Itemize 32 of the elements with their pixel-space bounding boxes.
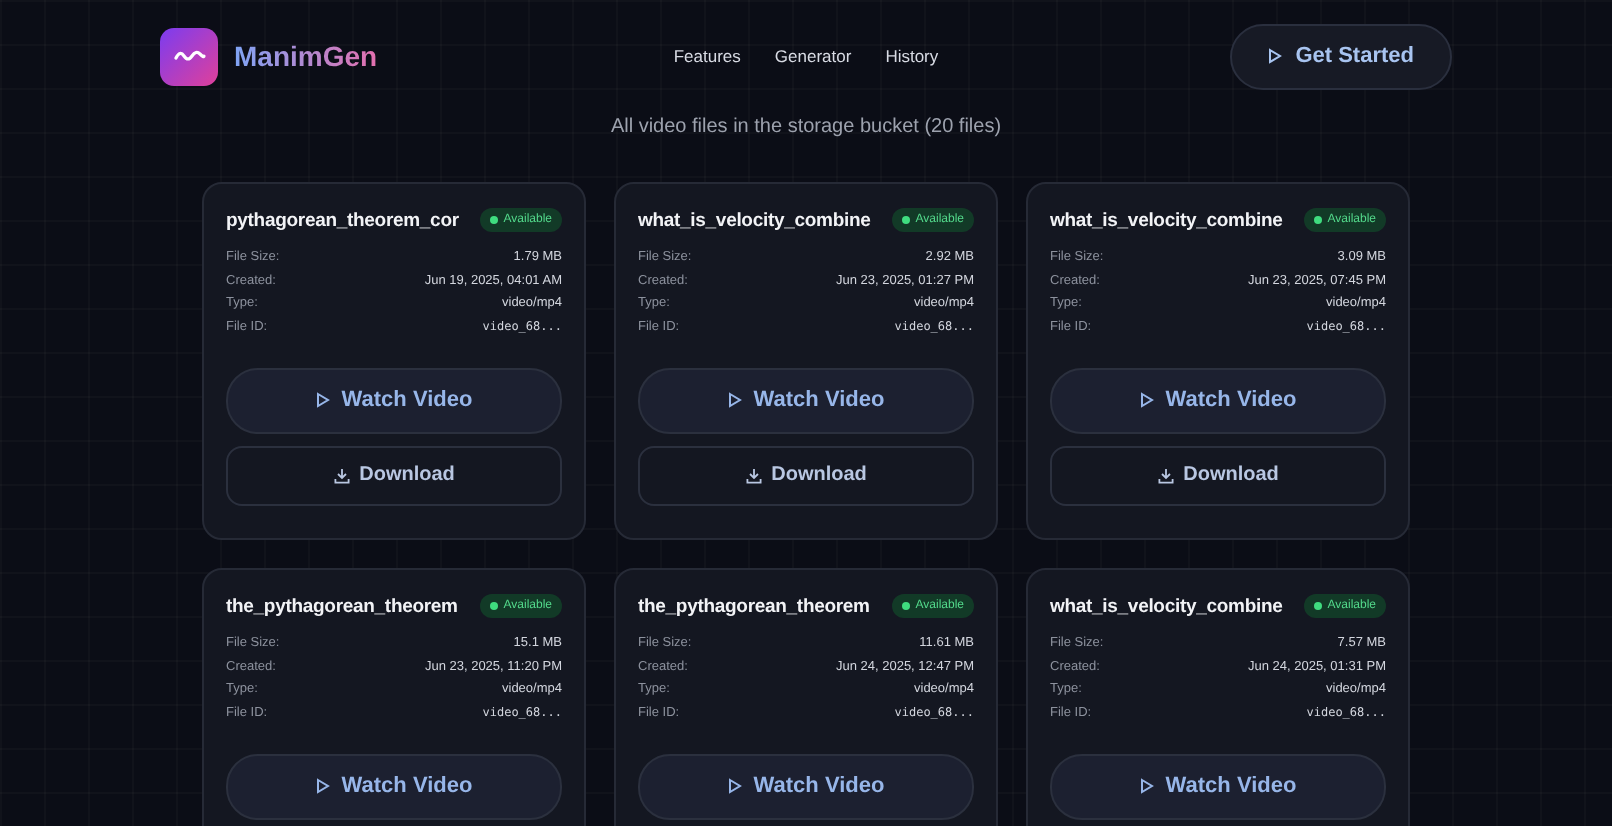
play-icon: [727, 392, 742, 408]
file-name: the_pythagorean_theorem: [638, 595, 870, 617]
get-started-button[interactable]: Get Started: [1229, 23, 1452, 89]
play-icon: [1139, 392, 1154, 408]
file-name: what_is_velocity_combine: [638, 209, 871, 231]
file-name: what_is_velocity_combine: [1050, 595, 1283, 617]
file-name: what_is_velocity_combine: [1050, 209, 1283, 231]
download-button[interactable]: Download: [226, 445, 562, 505]
play-icon: [1267, 48, 1282, 64]
nav-link[interactable]: Generator: [774, 46, 852, 66]
brand-name: ManimGen: [234, 40, 378, 72]
subtitle: All video files in the storage bucket (20 files): [610, 116, 1002, 138]
watch-video-button[interactable]: Watch Video: [1050, 753, 1386, 819]
nav-link[interactable]: History: [885, 46, 939, 66]
download-icon: [333, 467, 350, 483]
logo-icon[interactable]: [160, 27, 218, 85]
file-name: the_pythagorean_theorem: [226, 595, 458, 617]
play-icon: [1139, 778, 1154, 794]
watch-video-button[interactable]: Watch Video: [1050, 367, 1386, 433]
file-name: pythagorean_theorem_cor: [226, 209, 459, 231]
watch-video-button[interactable]: Watch Video: [638, 367, 974, 433]
download-button[interactable]: Download: [1050, 445, 1386, 505]
watch-video-button[interactable]: Watch Video: [638, 753, 974, 819]
watch-video-button[interactable]: Watch Video: [226, 367, 562, 433]
play-icon: [315, 778, 330, 794]
download-icon: [1157, 467, 1174, 483]
watch-video-button[interactable]: Watch Video: [226, 753, 562, 819]
download-icon: [745, 467, 762, 483]
download-button[interactable]: Download: [638, 445, 974, 505]
play-icon: [315, 392, 330, 408]
play-icon: [727, 778, 742, 794]
nav-link[interactable]: Features: [673, 46, 741, 66]
